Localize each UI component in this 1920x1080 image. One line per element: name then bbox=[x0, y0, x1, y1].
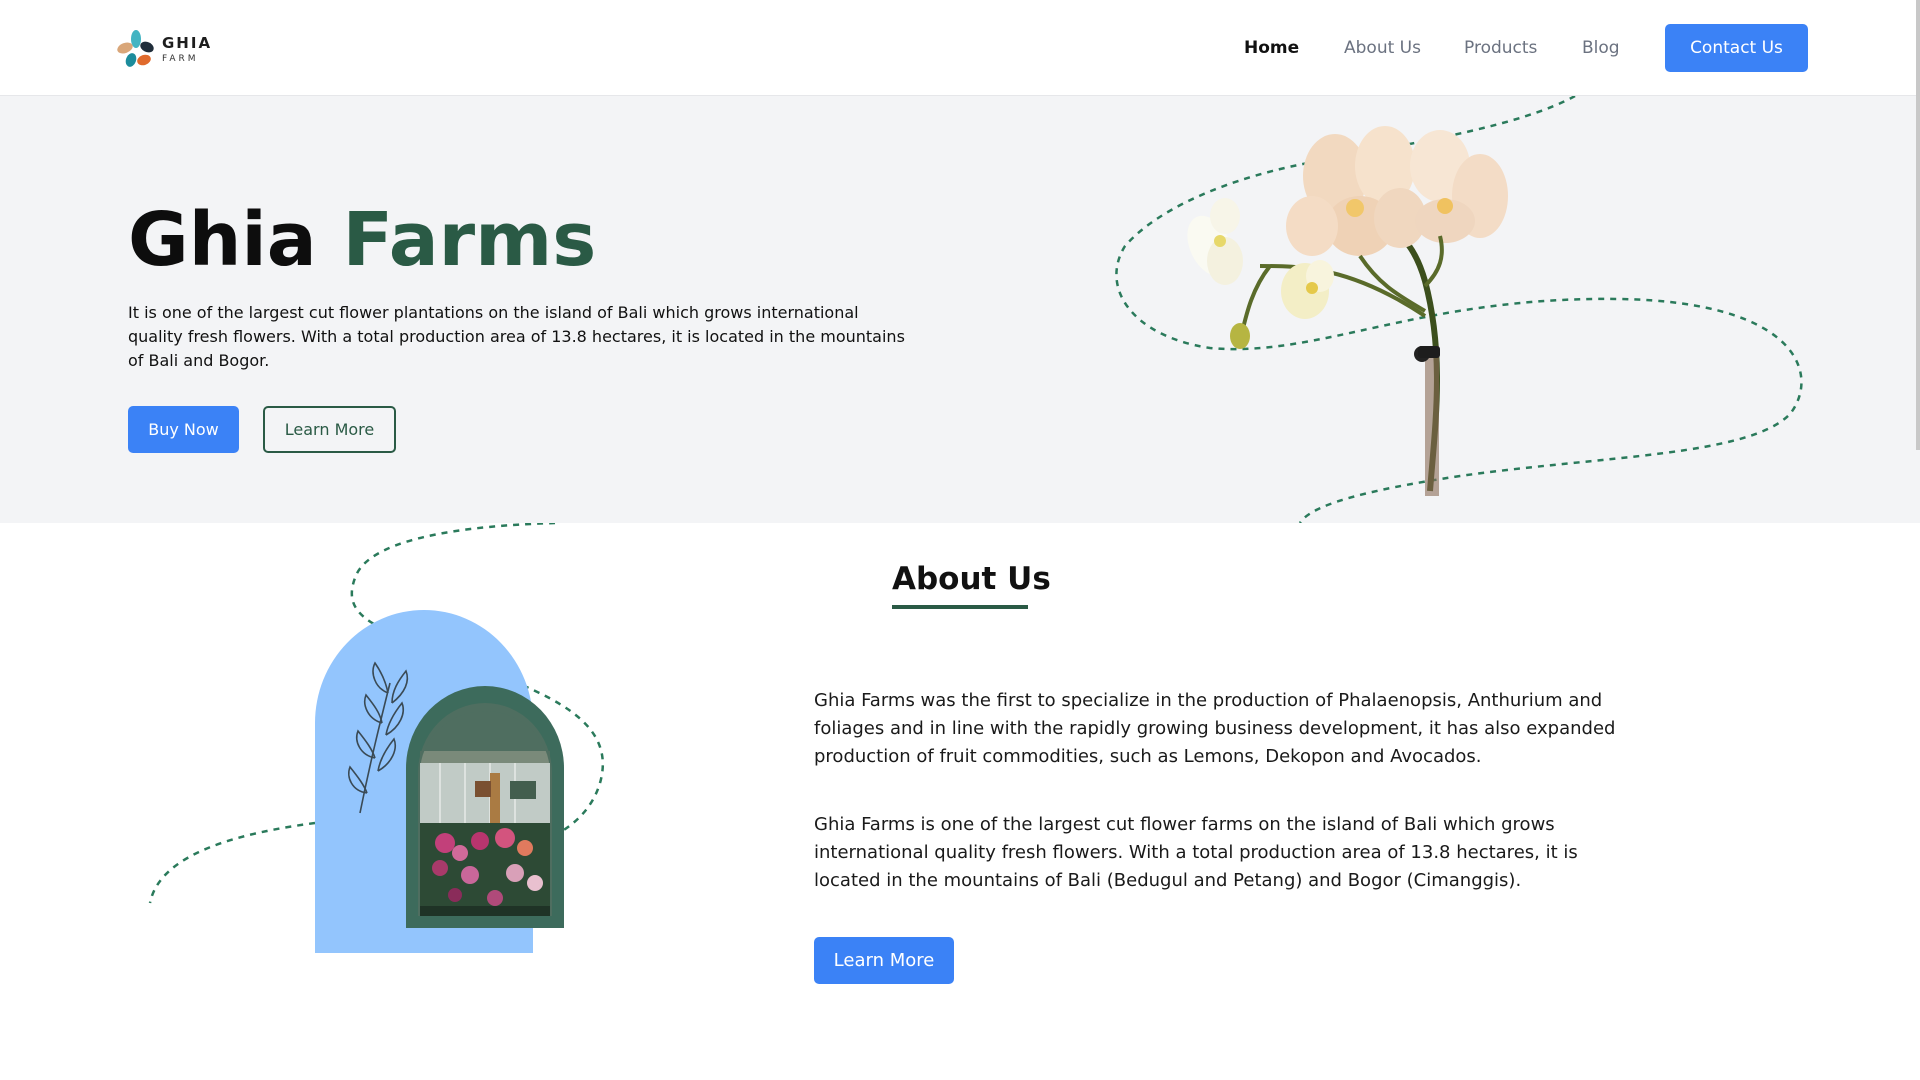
hero-title: Ghia Farms bbox=[128, 196, 596, 285]
about-section: About Us Ghia Farms was the first to spe… bbox=[0, 521, 1920, 1080]
contact-us-button[interactable]: Contact Us bbox=[1665, 24, 1808, 72]
brand-name: GHIA bbox=[162, 34, 213, 52]
nav-blog[interactable]: Blog bbox=[1582, 38, 1620, 58]
about-learn-more-button[interactable]: Learn More bbox=[814, 937, 954, 984]
about-paragraph-2: Ghia Farms is one of the largest cut flo… bbox=[814, 814, 1578, 891]
nav-about-us[interactable]: About Us bbox=[1344, 38, 1421, 58]
page-scrollbar[interactable] bbox=[1916, 0, 1920, 450]
hero-title-part2: Farms bbox=[342, 197, 597, 283]
orchid-flower-image bbox=[1100, 96, 1920, 523]
heading-underline bbox=[892, 605, 1028, 609]
brand-subname: FARM bbox=[162, 54, 199, 64]
flower-logo-icon bbox=[116, 29, 158, 71]
greenhouse-photo bbox=[120, 521, 640, 983]
nav-products[interactable]: Products bbox=[1464, 38, 1537, 58]
hero-learn-more-button[interactable]: Learn More bbox=[263, 406, 396, 453]
hero-title-part1: Ghia bbox=[128, 197, 317, 283]
brand-logo[interactable]: GHIA FARM bbox=[116, 28, 216, 72]
nav-home[interactable]: Home bbox=[1244, 38, 1299, 58]
top-navbar: GHIA FARM Home About Us Products Blog Co… bbox=[0, 0, 1920, 96]
about-paragraph-1: Ghia Farms was the first to specialize i… bbox=[814, 690, 1616, 767]
hero-section: Ghia Farms It is one of the largest cut … bbox=[0, 96, 1920, 523]
about-heading: About Us bbox=[892, 561, 1051, 597]
buy-now-button[interactable]: Buy Now bbox=[128, 406, 239, 453]
hero-description: It is one of the largest cut flower plan… bbox=[128, 303, 905, 370]
